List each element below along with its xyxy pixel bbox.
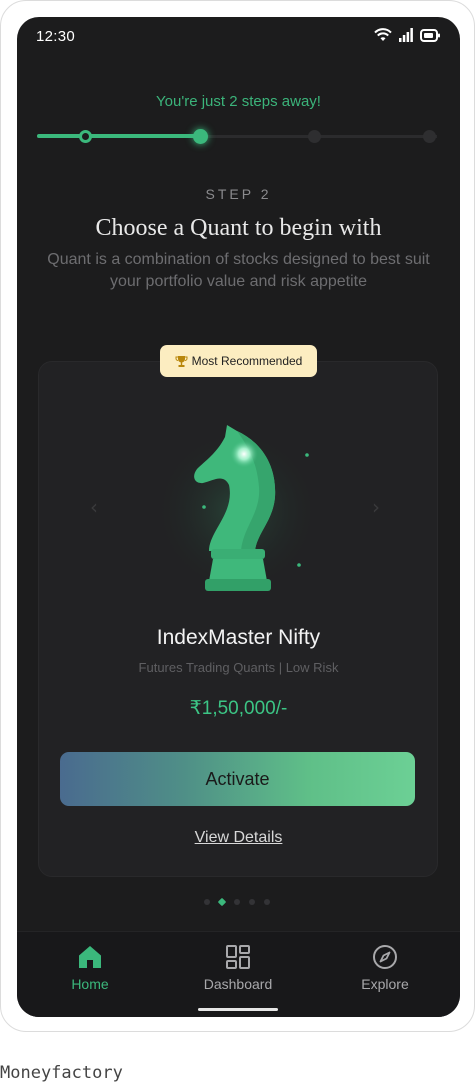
- quant-name: IndexMaster Nifty: [156, 626, 321, 649]
- page-title: Choose a Quant to begin with: [95, 215, 382, 241]
- carousel-dot[interactable]: [204, 899, 210, 905]
- carousel-dot[interactable]: [264, 899, 270, 905]
- nav-item-label: Explore: [361, 976, 409, 992]
- quant-price: ₹1,50,000/-: [189, 698, 288, 719]
- carousel-indicator: [204, 897, 270, 907]
- phone-frame: 12:30 You're just 2 steps away! STEP 2 C…: [0, 0, 475, 1032]
- nav-item-dashboard[interactable]: Dashboard: [178, 944, 298, 992]
- home-icon: [79, 946, 101, 968]
- nav-item-home[interactable]: Home: [30, 944, 150, 992]
- caption-text: Moneyfactory: [0, 1063, 123, 1083]
- chevron-left-icon[interactable]: ‹: [90, 495, 98, 519]
- app-screen: 12:30 You're just 2 steps away! STEP 2 C…: [17, 17, 460, 1017]
- view-details-link[interactable]: View Details: [17, 829, 460, 847]
- progress-step-3: [308, 130, 321, 143]
- carousel-dot[interactable]: [249, 899, 255, 905]
- compass-icon: [373, 945, 397, 969]
- progress-step-1: [79, 130, 92, 143]
- status-bar: 12:30: [17, 17, 460, 57]
- home-indicator[interactable]: [198, 1008, 278, 1011]
- most-recommended-badge: Most Recommended: [160, 345, 317, 377]
- trophy-icon: [175, 355, 188, 367]
- progress-step-4: [423, 130, 436, 143]
- nav-item-label: Home: [71, 976, 109, 992]
- step-label: STEP 2: [205, 186, 272, 202]
- carousel-dot-active[interactable]: [217, 897, 227, 907]
- status-time: 12:30: [36, 28, 76, 45]
- carousel-dot[interactable]: [234, 899, 240, 905]
- status-icons: [374, 28, 440, 42]
- cellular-signal-icon: [399, 28, 413, 42]
- quant-meta: Futures Trading Quants | Low Risk: [138, 660, 339, 675]
- battery-icon: [420, 28, 440, 42]
- badge-label: Most Recommended: [191, 354, 303, 368]
- progress-step-2: [193, 129, 208, 144]
- steps-remaining-text: You're just 2 steps away!: [156, 93, 321, 110]
- dashboard-icon: [226, 945, 250, 969]
- chess-knight-illustration: [147, 421, 327, 601]
- chevron-right-icon[interactable]: ›: [372, 495, 380, 519]
- bottom-navigation: Home Dashboard Explore: [17, 931, 460, 1017]
- page-subtitle: Quant is a combination of stocks designe…: [47, 251, 430, 290]
- activate-button[interactable]: Activate: [60, 752, 415, 806]
- onboarding-progress: [37, 127, 437, 147]
- nav-item-explore[interactable]: Explore: [325, 944, 445, 992]
- wifi-icon: [374, 28, 392, 41]
- nav-item-label: Dashboard: [203, 976, 273, 992]
- progress-fill: [37, 134, 200, 138]
